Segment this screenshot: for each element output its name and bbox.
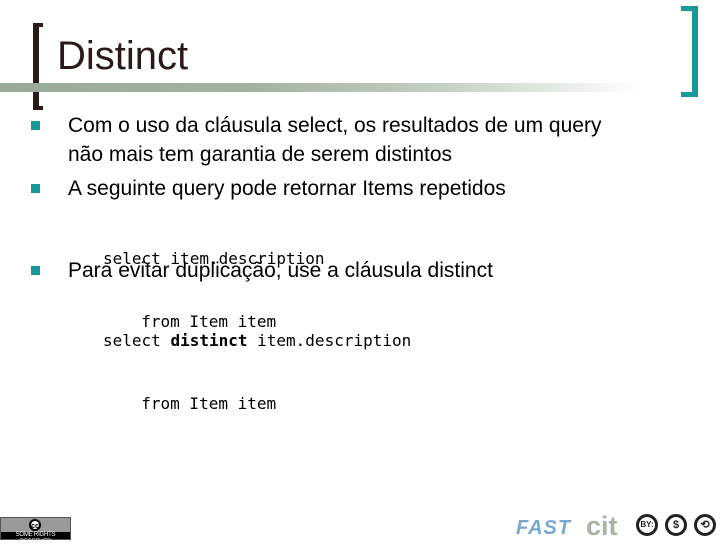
bullet-icon — [31, 184, 40, 193]
code-line: select distinct item.description — [103, 331, 412, 350]
code-block-2: select distinct item.description from It… — [103, 288, 411, 456]
fast-logo: FAST — [516, 517, 572, 539]
bullet-item-2: A seguinte query pode retornar Items rep… — [68, 174, 506, 203]
bullet-text-line: A seguinte query pode retornar Items rep… — [68, 177, 506, 200]
cc-some-rights-reserved-badge[interactable]: cc SOME RIGHTS RESERVED — [0, 517, 71, 545]
title-underline — [0, 83, 640, 92]
bullet-icon — [31, 121, 40, 130]
bullet-item-3: Para evitar duplicação, use a cláusula d… — [68, 256, 493, 285]
code-keyword: distinct — [170, 331, 248, 350]
title-bracket-left — [33, 23, 43, 110]
cc-icon: cc — [29, 519, 41, 531]
share-alike-icon: ⟲ — [694, 514, 716, 536]
slide-title: Distinct — [57, 34, 189, 78]
bullet-text-line: Com o uso da cláusula select, os resulta… — [68, 114, 602, 137]
bullet-item-1: Com o uso da cláusula select, os resulta… — [68, 111, 601, 169]
title-bracket-right — [681, 6, 698, 97]
by-icon: BY: — [636, 514, 658, 536]
code-line: from Item item — [122, 394, 277, 413]
bullet-text-line: não mais tem garantia de serem distintos — [68, 143, 453, 166]
non-commercial-icon: $ — [665, 514, 687, 536]
cc-badge-text: SOME RIGHTS RESERVED — [1, 532, 70, 545]
bullet-text-line: Para evitar duplicação, use a cláusula d… — [68, 259, 493, 282]
cit-logo: cit — [586, 511, 618, 541]
bullet-icon — [31, 266, 40, 275]
